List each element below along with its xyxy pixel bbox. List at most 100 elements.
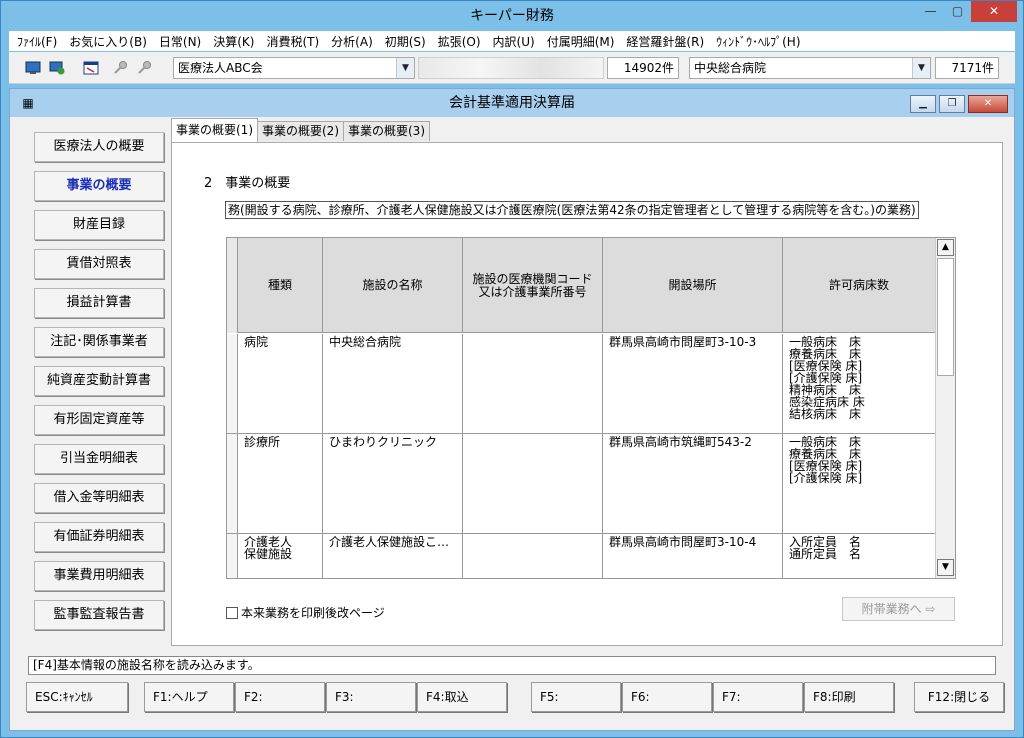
table-header: 種類 施設の名称 施設の医療機関コード 又は介護事業所番号 開設場所 許可病床数 xyxy=(227,238,935,333)
restore-icon[interactable]: ❐ xyxy=(939,95,965,113)
corporation-count: 14902件 xyxy=(607,57,679,79)
menu-closing[interactable]: 決算(K) xyxy=(207,33,260,50)
f3-button[interactable]: F3: xyxy=(326,682,416,712)
row-header[interactable] xyxy=(227,534,238,578)
f1-help-button[interactable]: F1:ヘルプ xyxy=(144,682,234,712)
f4-import-button[interactable]: F4:取込 xyxy=(417,682,507,712)
child-window: ▦ 会計基準適用決算届 ▁ ❐ ✕ 医療法人の概要 事業の概要 財産目録 賃借対… xyxy=(9,88,1015,731)
cell-name[interactable]: 介護老人保健施設こ… xyxy=(323,534,463,578)
key-search-icon[interactable] xyxy=(137,61,153,75)
page-break-checkbox[interactable] xyxy=(226,606,238,619)
sidebar-item-expenses[interactable]: 事業費用明細表 xyxy=(34,561,164,591)
chevron-down-icon[interactable]: ▼ xyxy=(396,58,414,78)
row-header[interactable] xyxy=(227,434,238,533)
cell-kind[interactable]: 介護老人 保健施設 xyxy=(238,534,323,578)
close-icon[interactable]: ✕ xyxy=(968,95,1008,113)
tab-panel: 2 事業の概要 務(開設する病院、診療所、介護老人保健施設又は介護医療院(医療法… xyxy=(171,142,1003,646)
tab-strip: 事業の概要(1) 事業の概要(2) 事業の概要(3) xyxy=(171,118,430,142)
sidebar-item-property-list[interactable]: 財産目録 xyxy=(34,210,164,240)
monitor-icon[interactable] xyxy=(25,61,41,75)
row-header-corner xyxy=(227,238,238,333)
page-break-checkbox-row[interactable]: 本来業務を印刷後改ページ xyxy=(226,604,385,621)
cell-code[interactable] xyxy=(463,534,603,578)
cell-name[interactable]: 中央総合病院 xyxy=(323,334,463,433)
cell-kind[interactable]: 病院 xyxy=(238,334,323,433)
f8-print-button[interactable]: F8:印刷 xyxy=(804,682,894,712)
sidebar-item-corporation-overview[interactable]: 医療法人の概要 xyxy=(34,132,164,162)
menu-file[interactable]: ﾌｧｲﾙ(F) xyxy=(11,33,63,50)
f7-button[interactable]: F7: xyxy=(713,682,803,712)
cell-beds[interactable]: 入所定員 名 通所定員 名 xyxy=(783,534,935,578)
menu-daily[interactable]: 日常(N) xyxy=(153,33,207,50)
minimize-icon[interactable]: — xyxy=(917,1,944,22)
menu-tax[interactable]: 消費税(T) xyxy=(260,33,325,50)
facility-select[interactable]: 中央総合病院 ▼ xyxy=(689,57,931,79)
menu-attached[interactable]: 付属明細(M) xyxy=(541,33,621,50)
key-icon[interactable] xyxy=(113,61,129,75)
scroll-up-icon[interactable]: ▲ xyxy=(937,239,954,256)
sidebar-item-equity-changes[interactable]: 純資産変動計算書 xyxy=(34,366,164,396)
sidebar-item-balance-sheet[interactable]: 賃借対照表 xyxy=(34,249,164,279)
cell-place[interactable]: 群馬県高崎市問屋町3-10-4 xyxy=(603,534,783,578)
scroll-thumb[interactable] xyxy=(937,258,954,376)
sidebar-item-audit-report[interactable]: 監事監査報告書 xyxy=(34,600,164,630)
cell-place[interactable]: 群馬県高崎市問屋町3-10-3 xyxy=(603,334,783,433)
scroll-down-icon[interactable]: ▼ xyxy=(937,559,954,576)
masked-field xyxy=(418,57,604,79)
window-icon[interactable] xyxy=(83,61,99,75)
esc-cancel-button[interactable]: ESC:ｷｬﾝｾﾙ xyxy=(26,682,128,712)
menu-breakdown[interactable]: 内訳(U) xyxy=(487,33,541,50)
sidebar-item-securities[interactable]: 有価証券明細表 xyxy=(34,522,164,552)
corporation-select[interactable]: 医療法人ABC会 ▼ xyxy=(173,57,415,79)
cell-kind[interactable]: 診療所 xyxy=(238,434,323,533)
table-row[interactable]: 介護老人 保健施設 介護老人保健施設こ… 群馬県高崎市問屋町3-10-4 入所定… xyxy=(227,534,935,578)
cell-code[interactable] xyxy=(463,434,603,533)
corporation-select-value: 医療法人ABC会 xyxy=(178,61,263,75)
table-row[interactable]: 病院 中央総合病院 群馬県高崎市問屋町3-10-3 一般病床 床 療養病床 床 … xyxy=(227,334,935,434)
menu-favorites[interactable]: お気に入り(B) xyxy=(63,33,153,50)
menu-bar: ﾌｧｲﾙ(F) お気に入り(B) 日常(N) 決算(K) 消費税(T) 分析(A… xyxy=(9,31,1015,51)
sidebar-item-notes[interactable]: 注記･関係事業者 xyxy=(34,327,164,357)
ancillary-business-button[interactable]: 附帯業務へ ⇨ xyxy=(842,597,955,621)
sidebar-item-allowance[interactable]: 引当金明細表 xyxy=(34,444,164,474)
table-row[interactable]: 診療所 ひまわりクリニック 群馬県高崎市筑縄町543-2 一般病床 床 療養病床… xyxy=(227,434,935,534)
chevron-down-icon[interactable]: ▼ xyxy=(912,58,930,78)
window-title: キーパー財務 xyxy=(470,8,554,24)
monitor-add-icon[interactable] xyxy=(49,61,65,75)
child-window-title: 会計基準適用決算届 xyxy=(449,95,575,111)
tab-business-overview-2[interactable]: 事業の概要(2) xyxy=(257,121,344,141)
child-window-titlebar: ▦ 会計基準適用決算届 ▁ ❐ ✕ xyxy=(10,89,1014,117)
f2-button[interactable]: F2: xyxy=(235,682,325,712)
sidebar-item-fixed-assets[interactable]: 有形固定資産等 xyxy=(34,405,164,435)
cell-name[interactable]: ひまわりクリニック xyxy=(323,434,463,533)
status-bar: [F4]基本情報の施設名称を読み込みます。 xyxy=(28,656,996,675)
facility-select-value: 中央総合病院 xyxy=(694,61,767,75)
menu-initial[interactable]: 初期(S) xyxy=(379,33,432,50)
sidebar-item-business-overview[interactable]: 事業の概要 xyxy=(34,171,164,201)
maximize-icon[interactable]: ▢ xyxy=(944,1,971,22)
menu-window-help[interactable]: ｳｨﾝﾄﾞｳ･ﾍﾙﾌﾟ(H) xyxy=(710,33,806,50)
menu-compass[interactable]: 経営羅針盤(R) xyxy=(620,33,710,50)
row-header[interactable] xyxy=(227,334,238,433)
sidebar-item-loans[interactable]: 借入金等明細表 xyxy=(34,483,164,513)
document-icon: ▦ xyxy=(22,96,34,110)
tab-business-overview-3[interactable]: 事業の概要(3) xyxy=(343,121,430,141)
menu-extension[interactable]: 拡張(O) xyxy=(432,33,487,50)
f5-button[interactable]: F5: xyxy=(531,682,621,712)
cell-place[interactable]: 群馬県高崎市筑縄町543-2 xyxy=(603,434,783,533)
minimize-icon[interactable]: ▁ xyxy=(910,95,936,113)
column-header-beds: 許可病床数 xyxy=(828,278,889,292)
cell-beds[interactable]: 一般病床 床 療養病床 床 [医療保険 床] [介護保険 床] 精神病床 床 感… xyxy=(783,334,935,433)
page-break-checkbox-label: 本来業務を印刷後改ページ xyxy=(241,606,385,620)
sidebar-item-income-statement[interactable]: 損益計算書 xyxy=(34,288,164,318)
menu-analysis[interactable]: 分析(A) xyxy=(325,33,379,50)
cell-code[interactable] xyxy=(463,334,603,433)
section-title: 2 事業の概要 xyxy=(204,176,291,191)
f6-button[interactable]: F6: xyxy=(622,682,712,712)
tab-business-overview-1[interactable]: 事業の概要(1) xyxy=(171,118,258,142)
vertical-scrollbar[interactable]: ▲ ▼ xyxy=(935,238,955,578)
close-icon[interactable]: ✕ xyxy=(971,1,1017,22)
cell-beds[interactable]: 一般病床 床 療養病床 床 [医療保険 床] [介護保険 床] xyxy=(783,434,935,533)
column-header-place: 開設場所 xyxy=(603,238,783,333)
f12-close-button[interactable]: F12:閉じる xyxy=(914,682,1004,712)
